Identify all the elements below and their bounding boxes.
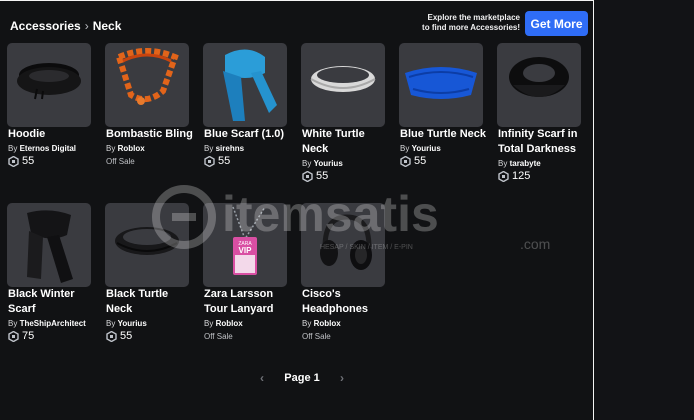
catalog-panel: Accessories › Neck Explore the marketpla… (0, 0, 594, 420)
item-name[interactable]: Black Winter Scarf (8, 287, 108, 317)
item-thumbnail[interactable] (301, 43, 385, 127)
robux-icon (8, 155, 19, 167)
item-thumbnail[interactable] (497, 43, 581, 127)
item-price: 75 (8, 330, 34, 342)
creator-link[interactable]: Roblox (216, 319, 243, 328)
item-card[interactable]: Blue Scarf (1.0) By sirehns 55 (203, 43, 289, 203)
right-gutter (595, 0, 694, 420)
infinity-scarf-thumbnail-icon (509, 57, 569, 97)
robux-icon (106, 330, 117, 342)
creator-link[interactable]: sirehns (216, 144, 244, 153)
chevron-left-icon[interactable]: ‹ (260, 371, 264, 385)
item-thumbnail[interactable] (203, 43, 287, 127)
item-card[interactable]: Cisco's Headphones By Roblox Off Sale (301, 203, 387, 343)
breadcrumb-category[interactable]: Accessories (10, 19, 81, 33)
item-name[interactable]: Infinity Scarf in Total Darkness (498, 127, 598, 157)
item-name[interactable]: Cisco's Headphones (302, 287, 402, 317)
item-name[interactable]: Hoodie (8, 127, 108, 142)
black-turtleneck-thumbnail-icon (115, 227, 179, 255)
lanyard-badge-vip-text: VIP (239, 246, 253, 255)
chain-necklace-thumbnail-icon (115, 48, 179, 105)
item-status: Off Sale (204, 332, 233, 341)
page-indicator: Page 1 (284, 372, 320, 384)
item-name[interactable]: Zara Larsson Tour Lanyard (204, 287, 304, 317)
item-card[interactable]: Hoodie By Eternos Digital 55 (7, 43, 93, 203)
creator-link[interactable]: Yourius (412, 144, 441, 153)
robux-icon (8, 330, 19, 342)
creator-link[interactable]: Roblox (314, 319, 341, 328)
creator-link[interactable]: TheShipArchitect (20, 319, 86, 328)
item-creator: By Yourius (400, 144, 441, 153)
item-card[interactable]: White Turtle Neck By Yourius 55 (301, 43, 387, 203)
creator-link[interactable]: tarabyte (510, 159, 541, 168)
item-thumbnail[interactable] (301, 203, 385, 287)
lanyard-thumbnail-icon: ZARA VIP (232, 206, 266, 275)
promo-line-2: to find more Accessories! (422, 23, 520, 32)
creator-link[interactable]: Yourius (314, 159, 343, 168)
item-name[interactable]: Blue Turtle Neck (400, 127, 500, 142)
item-name[interactable]: Black Turtle Neck (106, 287, 206, 317)
get-more-button[interactable]: Get More (525, 11, 588, 36)
robux-icon (400, 155, 411, 167)
item-thumbnail[interactable] (399, 43, 483, 127)
robux-icon (302, 170, 313, 182)
item-name[interactable]: Bombastic Bling (106, 127, 206, 142)
breadcrumb-subcategory: Neck (92, 19, 122, 33)
item-card[interactable]: Blue Turtle Neck By Yourius 55 (399, 43, 486, 203)
creator-link[interactable]: Yourius (118, 319, 147, 328)
breadcrumb: Accessories › Neck (10, 19, 121, 33)
item-thumbnail[interactable] (7, 43, 91, 127)
item-creator: By Yourius (302, 159, 343, 168)
item-card[interactable]: ZARA VIP Zara Larsson Tour Lanyard By Ro… (203, 203, 289, 343)
item-thumbnail[interactable] (105, 203, 189, 287)
item-price: 55 (8, 155, 34, 167)
item-card[interactable]: Black Turtle Neck By Yourius 55 (105, 203, 191, 343)
item-name[interactable]: White Turtle Neck (302, 127, 402, 157)
robux-icon (204, 155, 215, 167)
item-status: Off Sale (302, 332, 331, 341)
item-card[interactable]: Black Winter Scarf By TheShipArchitect 7… (7, 203, 93, 343)
creator-link[interactable]: Roblox (118, 144, 145, 153)
blue-scarf-thumbnail-icon (223, 49, 277, 121)
promo-line-1: Explore the marketplace (427, 13, 520, 22)
item-price: 55 (204, 155, 230, 167)
creator-link[interactable]: Eternos Digital (20, 144, 76, 153)
item-creator: By Eternos Digital (8, 144, 77, 153)
item-creator: By tarabyte (498, 159, 541, 168)
item-thumbnail[interactable] (7, 203, 91, 287)
item-thumbnail[interactable]: ZARA VIP (203, 203, 287, 287)
item-creator: By TheShipArchitect (8, 319, 86, 328)
hoodie-thumbnail-icon (17, 63, 81, 100)
chevron-right-icon: › (84, 19, 89, 33)
white-turtleneck-thumbnail-icon (310, 66, 376, 92)
black-winter-scarf-thumbnail-icon (27, 210, 73, 283)
item-creator: By sirehns (204, 144, 245, 153)
item-grid: Hoodie By Eternos Digital 55 Bombastic B… (7, 43, 587, 353)
item-card[interactable]: Infinity Scarf in Total Darkness By tara… (497, 43, 583, 203)
chevron-right-icon[interactable]: › (340, 371, 344, 385)
marketplace-promo-text: Explore the marketplace to find more Acc… (410, 13, 520, 33)
item-status: Off Sale (106, 157, 135, 166)
item-name[interactable]: Blue Scarf (1.0) (204, 127, 304, 142)
item-creator: By Roblox (204, 319, 243, 328)
robux-icon (498, 170, 509, 182)
header: Accessories › Neck Explore the marketpla… (0, 1, 594, 41)
item-price: 55 (400, 155, 426, 167)
item-creator: By Roblox (106, 144, 145, 153)
item-price: 55 (106, 330, 132, 342)
item-creator: By Yourius (106, 319, 147, 328)
pagination: ‹ Page 1 › (260, 371, 344, 385)
item-price: 125 (498, 170, 530, 182)
item-price: 55 (302, 170, 328, 182)
blue-turtleneck-thumbnail-icon (405, 67, 477, 99)
headphones-thumbnail-icon (320, 214, 372, 270)
item-card[interactable]: Bombastic Bling By Roblox Off Sale (105, 43, 193, 203)
item-thumbnail[interactable] (105, 43, 189, 127)
item-creator: By Roblox (302, 319, 341, 328)
